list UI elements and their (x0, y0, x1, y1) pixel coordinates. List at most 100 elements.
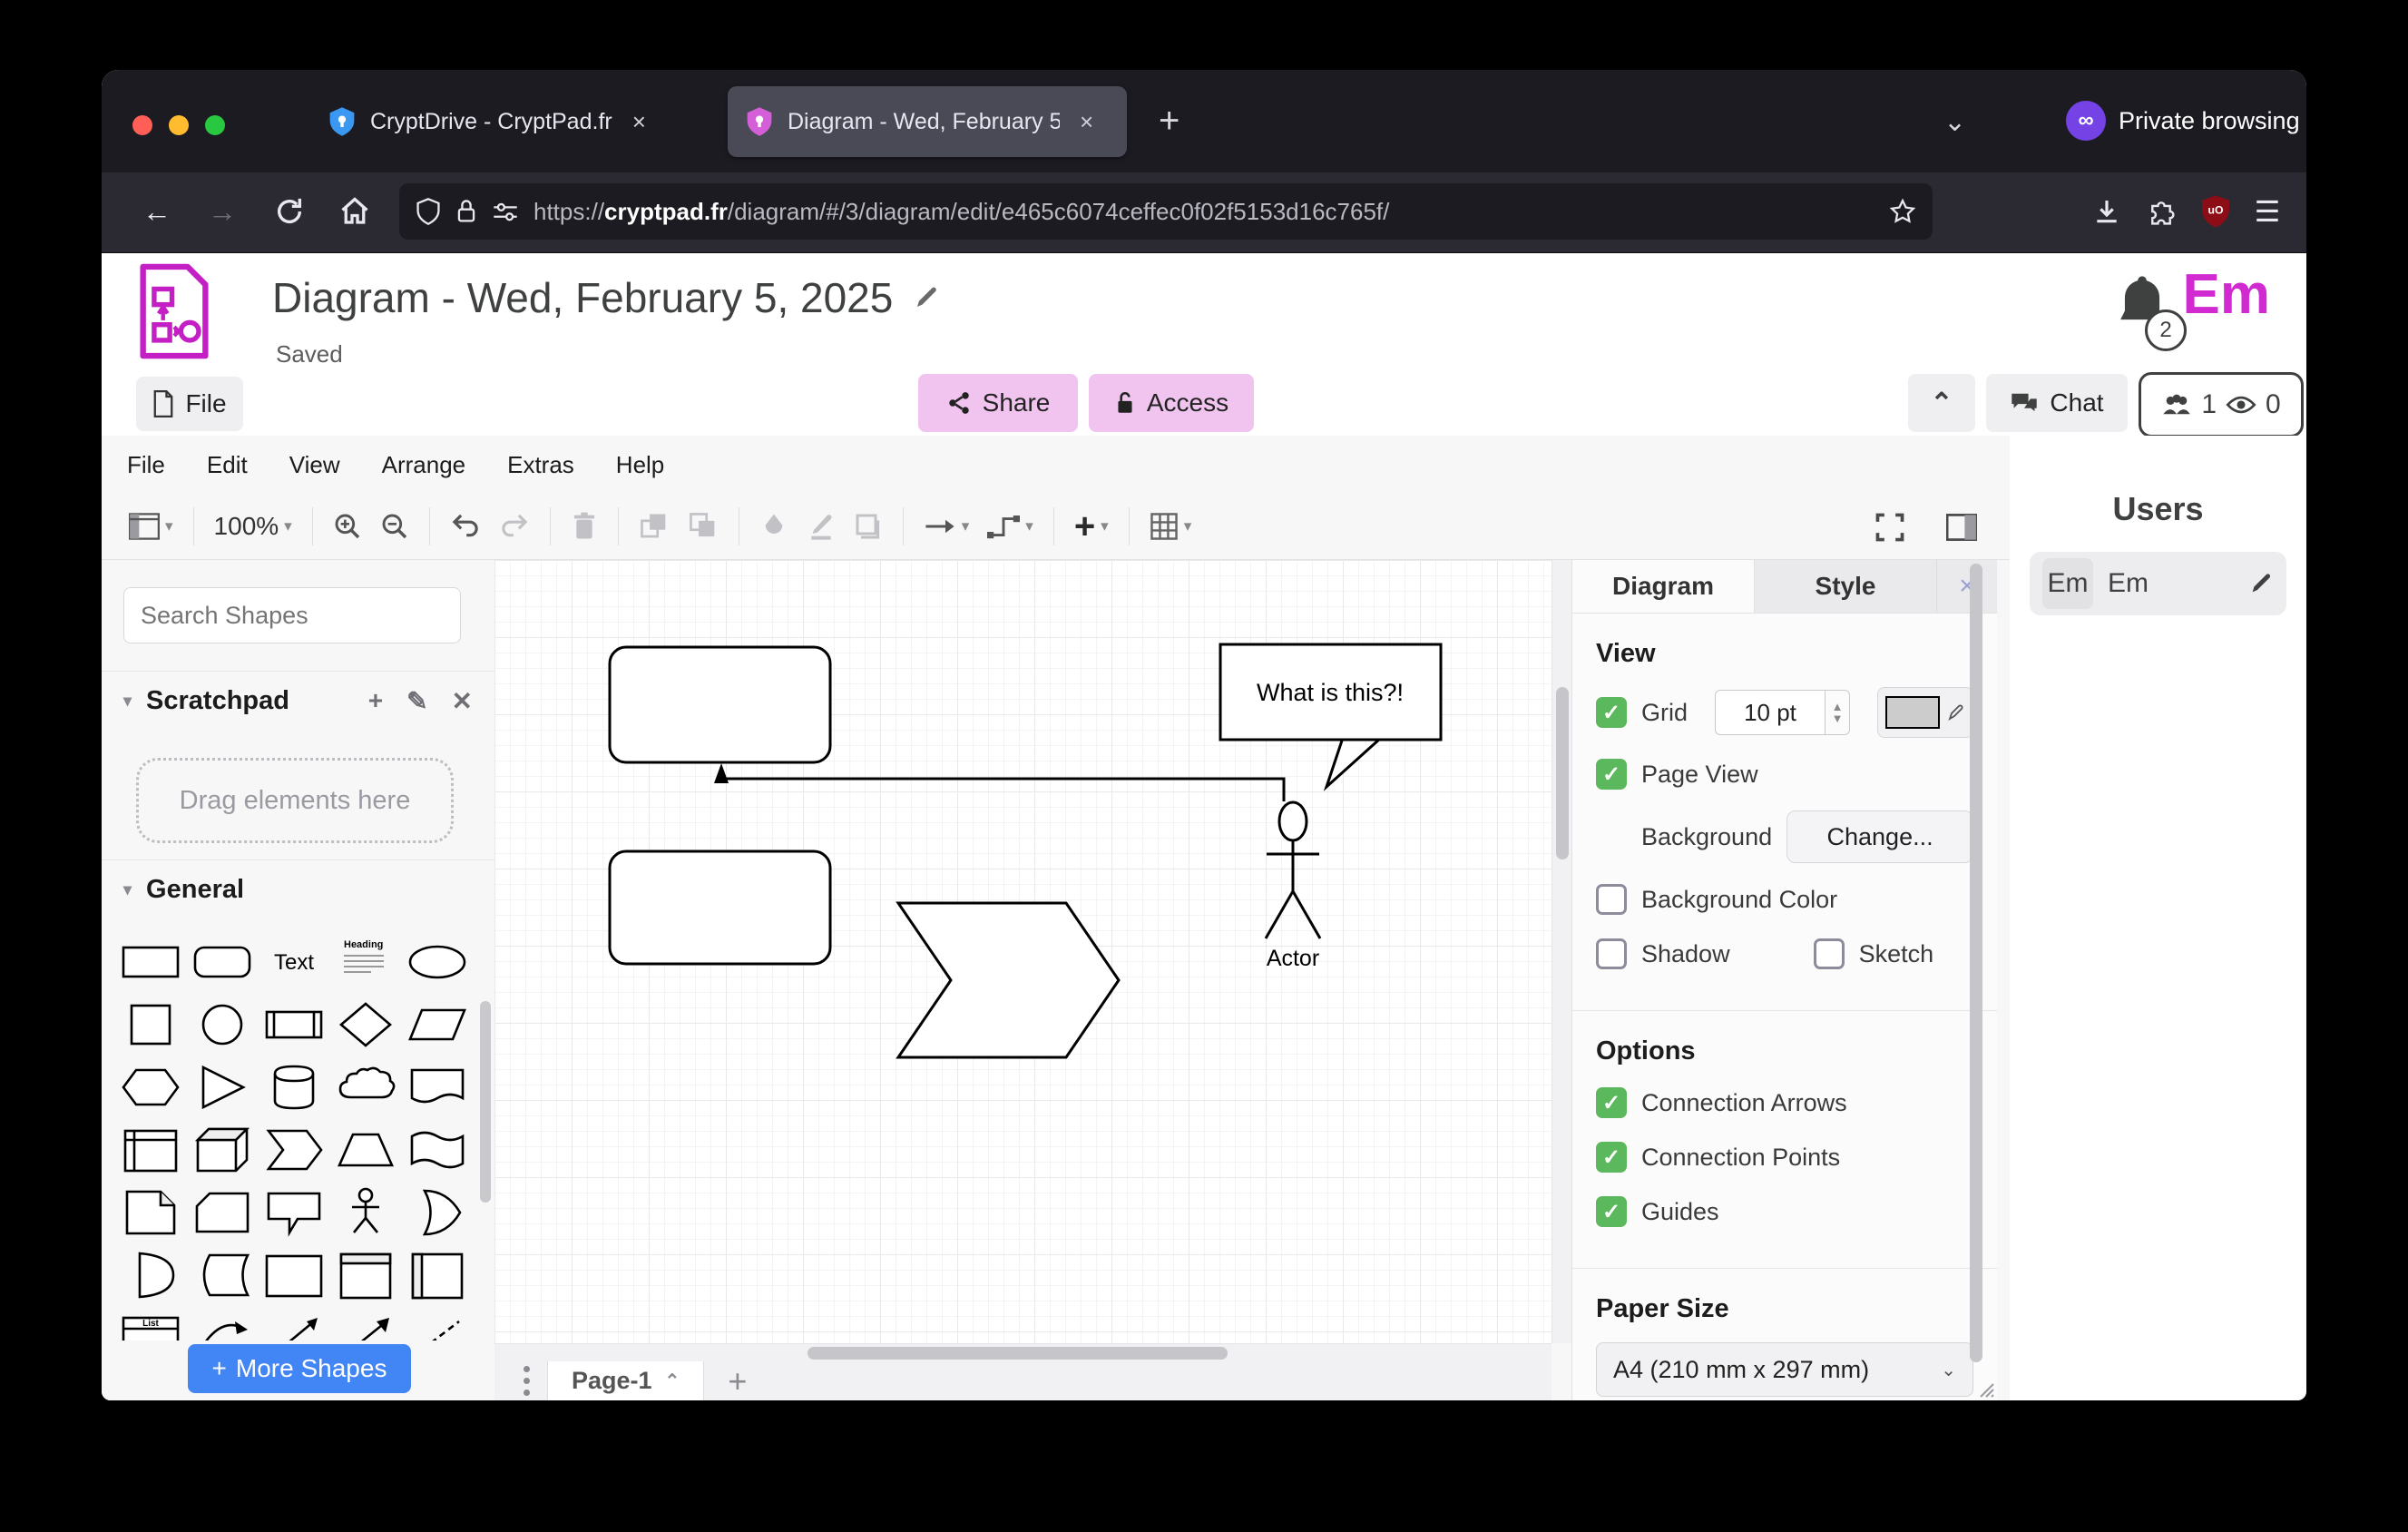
edit-name-pencil-icon[interactable] (2248, 571, 2274, 596)
guides-checkbox[interactable]: ✓ (1596, 1196, 1627, 1227)
presence-indicator[interactable]: 1 0 (2139, 372, 2304, 437)
shape-step-chevron[interactable] (898, 903, 1119, 1057)
waypoint-style-button[interactable]: ▾ (978, 503, 1042, 550)
speech-bubble-text[interactable]: What is this?! (1257, 679, 1404, 706)
collapse-triangle-icon[interactable]: ▾ (123, 692, 132, 711)
bookmark-star-icon[interactable] (1889, 198, 1916, 225)
scrollbar-thumb[interactable] (808, 1347, 1228, 1360)
palette-shape-rectangle[interactable] (114, 930, 186, 993)
file-button[interactable]: File (136, 377, 243, 431)
palette-shape-diamond[interactable] (329, 993, 401, 1056)
scratchpad-edit-icon[interactable]: ✎ (406, 686, 427, 716)
tab-diagram[interactable]: Diagram (1572, 560, 1755, 613)
tab-close-icon[interactable]: × (1080, 108, 1093, 136)
palette-shape-trapezoid[interactable] (329, 1118, 401, 1181)
palette-shape-internal-storage[interactable] (114, 1118, 186, 1181)
redo-button[interactable] (490, 503, 539, 550)
paper-size-select[interactable]: A4 (210 mm x 297 mm) ⌄ (1596, 1342, 1973, 1397)
palette-shape-callout[interactable] (258, 1181, 329, 1243)
shape-actor[interactable] (1266, 802, 1320, 938)
close-panel-icon[interactable]: × (1936, 560, 1997, 613)
diagram-canvas[interactable]: What is this?! Actor (494, 560, 1551, 1343)
undo-button[interactable] (441, 503, 490, 550)
scratchpad-close-icon[interactable]: ✕ (452, 686, 473, 716)
window-close-button[interactable] (132, 115, 152, 135)
share-button[interactable]: Share (918, 374, 1078, 432)
palette-shape-dashed-line[interactable] (401, 1306, 473, 1340)
tab-close-icon[interactable]: × (632, 108, 646, 136)
more-shapes-button[interactable]: + More Shapes (188, 1344, 411, 1393)
palette-shape-parallelogram[interactable] (401, 993, 473, 1056)
menu-help[interactable]: Help (616, 451, 664, 479)
access-button[interactable]: Access (1089, 374, 1254, 432)
zoom-level-dropdown[interactable]: 100%▾ (205, 503, 301, 550)
view-panels-button[interactable]: ▾ (120, 503, 182, 550)
shadow-checkbox[interactable] (1596, 938, 1627, 969)
palette-shape-process[interactable] (258, 993, 329, 1056)
zoom-out-button[interactable] (371, 503, 418, 550)
window-minimize-button[interactable] (169, 115, 189, 135)
sketch-checkbox[interactable] (1814, 938, 1845, 969)
new-tab-button[interactable]: + (1159, 104, 1180, 137)
add-page-button[interactable]: + (728, 1362, 747, 1400)
grid-size-stepper[interactable]: ▲▼ (1826, 690, 1850, 735)
palette-shape-list[interactable]: List (114, 1306, 186, 1340)
palette-shape-arrow[interactable] (329, 1306, 401, 1340)
scrollbar-thumb[interactable] (1556, 687, 1569, 859)
collapse-toolbar-button[interactable]: ⌃ (1908, 374, 1975, 432)
grid-size-input[interactable]: 10 pt (1715, 690, 1826, 735)
palette-shape-cloud[interactable] (329, 1056, 401, 1118)
palette-shape-or[interactable] (401, 1181, 473, 1243)
palette-shape-horizontal-container[interactable] (401, 1243, 473, 1306)
canvas-vertical-scrollbar[interactable] (1551, 560, 1572, 1343)
connection-arrows-checkbox[interactable]: ✓ (1596, 1087, 1627, 1118)
tab-style[interactable]: Style (1755, 560, 1936, 613)
menu-button[interactable]: ☰ (2245, 189, 2290, 234)
palette-shape-cube[interactable] (186, 1118, 258, 1181)
connection-style-button[interactable]: ▾ (915, 503, 979, 550)
resize-grip-icon[interactable] (1972, 1375, 1995, 1399)
user-list-item[interactable]: Em Em (2030, 552, 2286, 615)
shape-search-box[interactable] (123, 587, 461, 643)
tab-diagram-active[interactable]: Diagram - Wed, February 5, 202 × (728, 86, 1127, 157)
palette-shape-heading[interactable]: Heading (329, 930, 401, 993)
grid-checkbox[interactable]: ✓ (1596, 697, 1627, 728)
ublock-button[interactable]: uO (2193, 189, 2238, 234)
actor-label[interactable]: Actor (1267, 946, 1319, 971)
insert-button[interactable]: +▾ (1065, 503, 1118, 550)
shape-rounded-rectangle-2[interactable] (610, 851, 830, 964)
format-panel-toggle-button[interactable] (1937, 504, 1986, 551)
to-front-button[interactable] (630, 503, 679, 550)
page-view-checkbox[interactable]: ✓ (1596, 759, 1627, 790)
palette-shape-ellipse[interactable] (401, 930, 473, 993)
delete-button[interactable] (562, 503, 607, 550)
palette-shape-bidirectional-arrow[interactable] (258, 1306, 329, 1340)
zoom-in-button[interactable] (324, 503, 371, 550)
grid-color-button[interactable] (1877, 687, 1973, 738)
tab-list-chevron-icon[interactable]: ⌄ (1943, 106, 1966, 138)
forward-button[interactable]: → (200, 189, 245, 234)
table-button[interactable]: ▾ (1140, 503, 1201, 550)
back-button[interactable]: ← (134, 189, 180, 234)
to-back-button[interactable] (679, 503, 728, 550)
scratchpad-dropzone[interactable]: Drag elements here (136, 758, 454, 843)
menu-edit[interactable]: Edit (207, 451, 248, 479)
palette-shape-hexagon[interactable] (114, 1056, 186, 1118)
account-initials[interactable]: Em (2183, 262, 2270, 327)
pages-menu-button[interactable] (505, 1366, 547, 1396)
palette-shape-text[interactable]: Text (258, 930, 329, 993)
connection-points-checkbox[interactable]: ✓ (1596, 1142, 1627, 1173)
palette-shape-curve[interactable] (186, 1306, 258, 1340)
downloads-button[interactable] (2084, 189, 2129, 234)
menu-arrange[interactable]: Arrange (382, 451, 466, 479)
url-bar[interactable]: https://cryptpad.fr/diagram/#/3/diagram/… (399, 183, 1933, 240)
search-input[interactable] (139, 601, 464, 631)
palette-shape-tape[interactable] (401, 1118, 473, 1181)
menu-extras[interactable]: Extras (507, 451, 574, 479)
palette-shape-actor[interactable] (329, 1181, 401, 1243)
panel-scrollbar[interactable] (1970, 564, 1982, 1362)
edit-title-pencil-icon[interactable] (913, 284, 940, 311)
shape-rounded-rectangle-1[interactable] (610, 647, 830, 762)
tab-cryptdrive[interactable]: CryptDrive - CryptPad.fr × (328, 86, 646, 157)
scratchpad-add-icon[interactable]: + (368, 686, 383, 716)
